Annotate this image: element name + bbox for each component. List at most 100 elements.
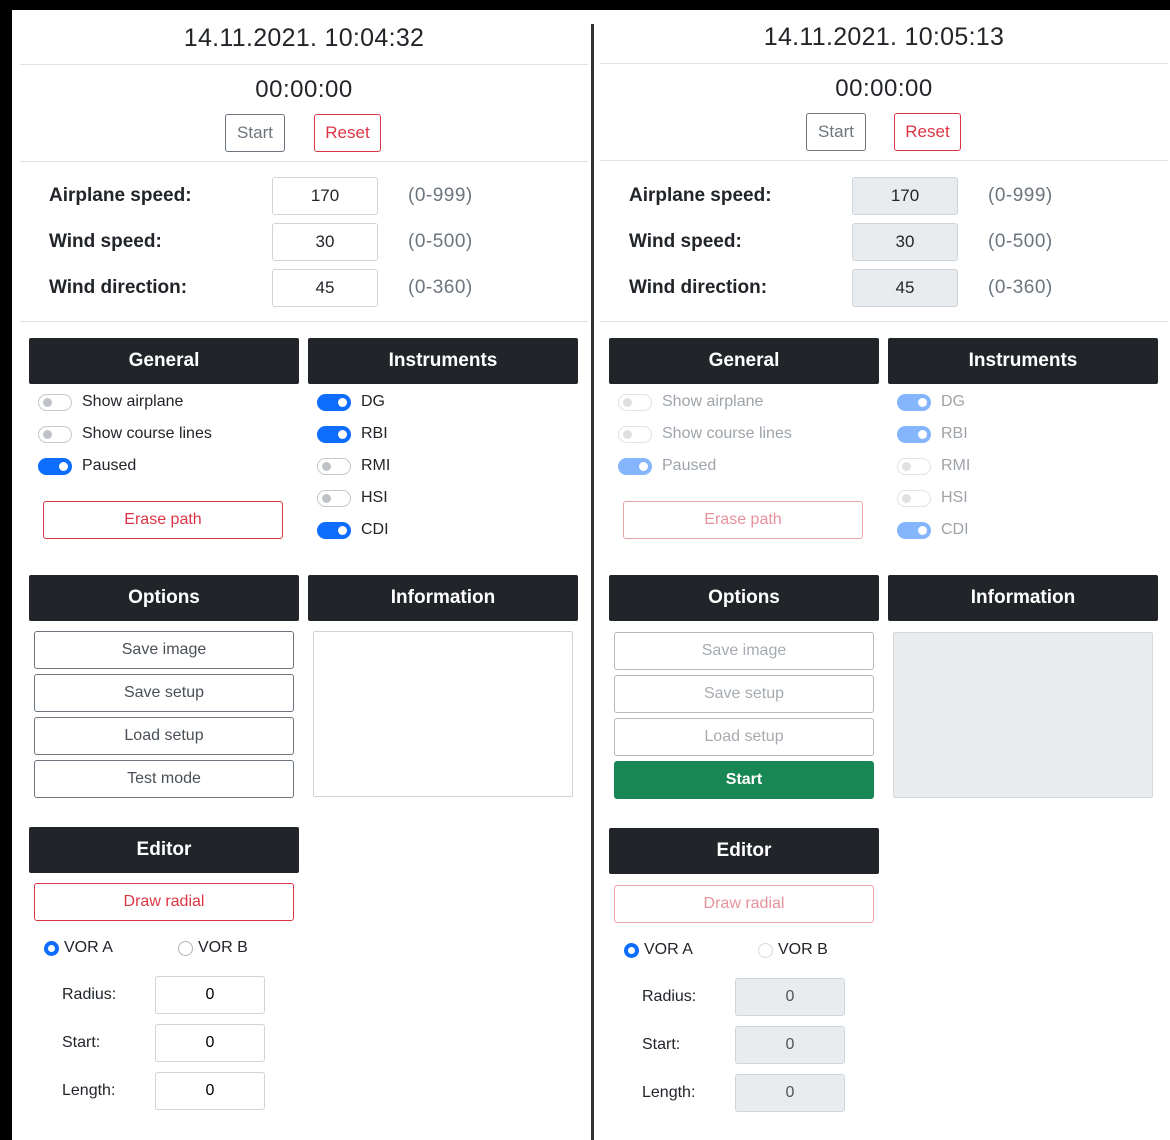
wind-direction-input[interactable] <box>852 269 958 307</box>
switch-show-course-lines[interactable]: Show course lines <box>38 422 212 446</box>
switch-cdi[interactable]: CDI <box>897 518 970 542</box>
switch-paused[interactable]: Paused <box>618 454 792 478</box>
switch-label: CDI <box>941 521 969 538</box>
toggle-switch[interactable] <box>317 393 351 411</box>
divider <box>20 64 588 65</box>
erase-path-button[interactable]: Erase path <box>43 501 283 539</box>
wind-speed-range: (0-500) <box>408 231 473 252</box>
toggle-switch[interactable] <box>38 425 72 443</box>
toggle-switch[interactable] <box>317 425 351 443</box>
switch-cdi[interactable]: CDI <box>317 518 390 542</box>
options-header: Options <box>609 575 879 621</box>
toggle-switch[interactable] <box>317 521 351 539</box>
switch-label: Show airplane <box>82 393 184 410</box>
divider <box>600 160 1168 161</box>
toggle-switch[interactable] <box>897 521 931 539</box>
length-input[interactable] <box>155 1072 265 1110</box>
toggle-switch[interactable] <box>38 457 72 475</box>
radio-vor-a[interactable]: VOR A <box>44 939 113 957</box>
radius-input[interactable] <box>735 978 845 1016</box>
frame-left-border <box>0 0 12 1140</box>
erase-path-button[interactable]: Erase path <box>623 501 863 539</box>
airplane-speed-label: Airplane speed: <box>629 185 772 206</box>
timer-start-button[interactable]: Start <box>225 114 285 152</box>
timer-reset-button[interactable]: Reset <box>314 114 381 152</box>
test-start-button[interactable]: Start <box>614 761 874 799</box>
radio-button[interactable] <box>758 942 773 958</box>
switch-dg[interactable]: DG <box>317 390 390 414</box>
switch-show-airplane[interactable]: Show airplane <box>38 390 212 414</box>
toggle-switch[interactable] <box>317 457 351 475</box>
divider <box>600 321 1168 322</box>
wind-speed-input[interactable] <box>272 223 378 261</box>
switch-rmi[interactable]: RMI <box>897 454 970 478</box>
switch-rbi[interactable]: RBI <box>897 422 970 446</box>
switch-label: Show course lines <box>82 425 212 442</box>
switch-label: RMI <box>941 457 971 474</box>
wind-direction-label: Wind direction: <box>49 277 188 298</box>
timer-reset-button[interactable]: Reset <box>894 113 961 151</box>
divider <box>20 161 588 162</box>
toggle-switch[interactable] <box>897 489 931 507</box>
switch-hsi[interactable]: HSI <box>897 486 970 510</box>
toggle-switch[interactable] <box>38 393 72 411</box>
switch-label: Paused <box>82 457 137 474</box>
airplane-speed-range: (0-999) <box>408 185 473 206</box>
switch-label: DG <box>361 393 385 410</box>
options-header: Options <box>29 575 299 621</box>
toggle-switch[interactable] <box>897 393 931 411</box>
wind-speed-input[interactable] <box>852 223 958 261</box>
test-mode-button[interactable]: Test mode <box>34 760 294 798</box>
save-image-button[interactable]: Save image <box>614 632 874 670</box>
start-label: Start: <box>642 1036 681 1053</box>
start-input[interactable] <box>735 1026 845 1064</box>
switch-label: RBI <box>361 425 388 442</box>
instruments-header: Instruments <box>308 338 578 384</box>
radio-vor-b[interactable]: VOR B <box>178 939 248 957</box>
general-header: General <box>609 338 879 384</box>
toggle-switch[interactable] <box>897 457 931 475</box>
toggle-switch[interactable] <box>618 393 652 411</box>
save-image-button[interactable]: Save image <box>34 631 294 669</box>
wind-direction-input[interactable] <box>272 269 378 307</box>
radio-button[interactable] <box>178 940 193 956</box>
radio-label: VOR B <box>198 939 248 956</box>
switch-show-course-lines[interactable]: Show course lines <box>618 422 792 446</box>
save-setup-button[interactable]: Save setup <box>614 675 874 713</box>
load-setup-button[interactable]: Load setup <box>614 718 874 756</box>
save-setup-button[interactable]: Save setup <box>34 674 294 712</box>
airplane-speed-input[interactable] <box>852 177 958 215</box>
editor-header: Editor <box>609 828 879 874</box>
draw-radial-button[interactable]: Draw radial <box>34 883 294 921</box>
toggle-switch[interactable] <box>317 489 351 507</box>
length-label: Length: <box>642 1084 696 1101</box>
switch-rmi[interactable]: RMI <box>317 454 390 478</box>
switch-rbi[interactable]: RBI <box>317 422 390 446</box>
instruments-header: Instruments <box>888 338 1158 384</box>
editor-header: Editor <box>29 827 299 873</box>
switch-show-airplane[interactable]: Show airplane <box>618 390 792 414</box>
information-box <box>313 631 573 797</box>
switch-label: CDI <box>361 521 389 538</box>
load-setup-button[interactable]: Load setup <box>34 717 294 755</box>
switch-dg[interactable]: DG <box>897 390 970 414</box>
timer-start-button[interactable]: Start <box>806 113 866 151</box>
radio-vor-b[interactable]: VOR B <box>758 941 828 959</box>
toggle-switch[interactable] <box>618 425 652 443</box>
airplane-speed-input[interactable] <box>272 177 378 215</box>
radius-input[interactable] <box>155 976 265 1014</box>
length-input[interactable] <box>735 1074 845 1112</box>
start-input[interactable] <box>155 1024 265 1062</box>
radio-button[interactable] <box>44 940 59 956</box>
toggle-switch[interactable] <box>618 457 652 475</box>
radius-label: Radius: <box>62 986 117 1003</box>
radio-button[interactable] <box>624 942 639 958</box>
wind-speed-range: (0-500) <box>988 231 1053 252</box>
wind-speed-label: Wind speed: <box>629 231 742 252</box>
switch-hsi[interactable]: HSI <box>317 486 390 510</box>
toggle-switch[interactable] <box>897 425 931 443</box>
switch-label: Show airplane <box>662 393 764 410</box>
radio-vor-a[interactable]: VOR A <box>624 941 693 959</box>
switch-paused[interactable]: Paused <box>38 454 212 478</box>
draw-radial-button[interactable]: Draw radial <box>614 885 874 923</box>
